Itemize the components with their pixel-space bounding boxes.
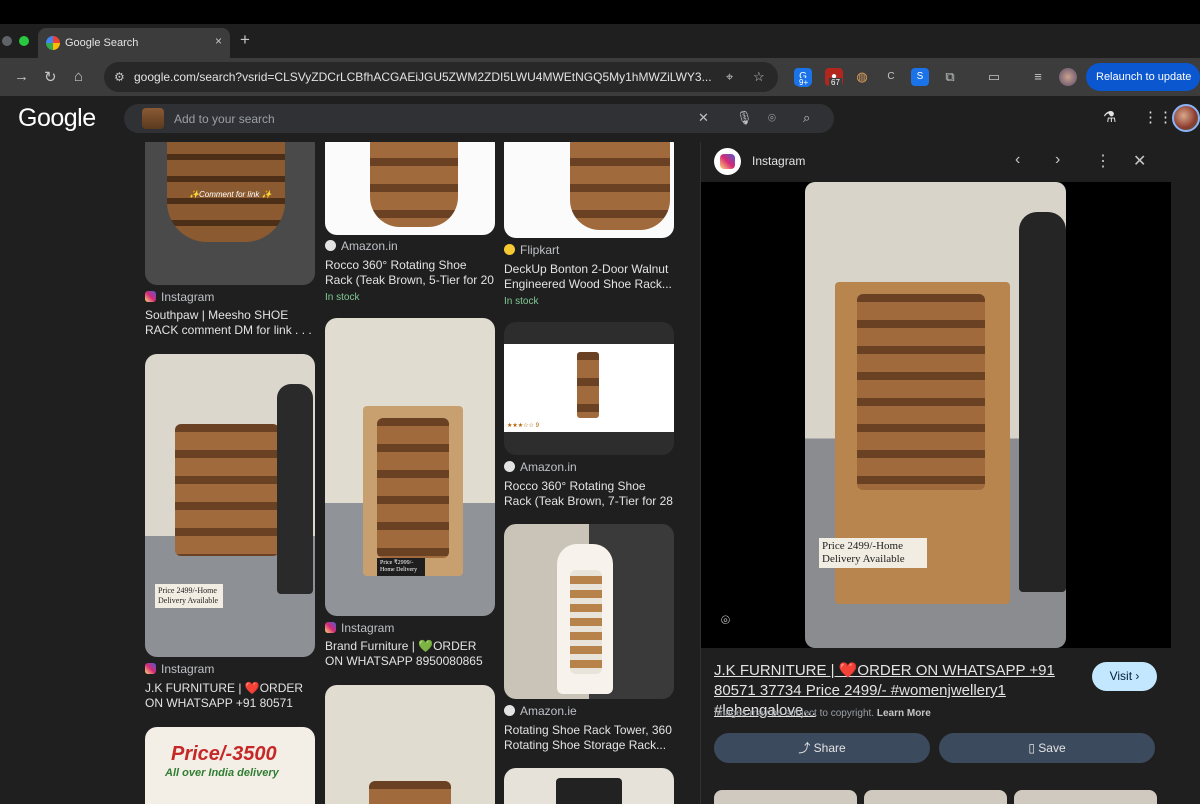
price-tag: Price ₹2999/- Home Delivery (377, 558, 425, 576)
labs-flask-icon[interactable]: ⚗ (1103, 108, 1116, 126)
media-controls-icon[interactable]: ≡ (1029, 68, 1047, 86)
instagram-icon (714, 148, 741, 175)
price-tag: Price 2499/-Home Delivery Available (819, 538, 927, 568)
price-overlay: Price/-3500 (171, 743, 277, 765)
panel-header: Instagram ‹ › ⋮ ✕ (701, 142, 1171, 182)
ext-todo-count: 67 (829, 78, 842, 87)
os-top-bar (0, 0, 1200, 24)
rating-stars: ★★★☆☆ 9 (507, 423, 539, 429)
tab-title: Google Search (65, 37, 139, 49)
result-image[interactable] (504, 768, 674, 804)
address-bar[interactable]: ⚙ google.com/search?vsrid=CLSVyZDCrLCBfh… (104, 62, 778, 92)
result-source: Flipkart (504, 243, 559, 257)
delivery-overlay: All over India delivery (165, 767, 279, 779)
related-image[interactable] (1014, 790, 1157, 804)
result-image[interactable]: ✨Comment for link ✨ (145, 142, 315, 285)
result-title[interactable]: J.K FURNITURE | ❤️ORDER ON WHATSAPP +91 … (145, 681, 315, 713)
location-icon[interactable]: ⌖ (726, 69, 733, 85)
search-box[interactable]: Add to your search ✕ 🎙 ⌾ ⌕ (124, 104, 834, 133)
cookie-extension-icon[interactable]: ◍ (853, 68, 871, 86)
window-zoom-dot[interactable] (19, 36, 29, 46)
ext-badge-count: 9+ (797, 78, 811, 87)
result-image[interactable]: Price 2499/-Home Delivery Available (145, 354, 315, 657)
lens-camera-icon[interactable]: ⌾ (768, 110, 776, 126)
tab-close-icon[interactable]: × (215, 34, 222, 48)
tab-strip: Google Search × + (0, 24, 1200, 58)
url-text: google.com/search?vsrid=CLSVyZDCrLCBfhAC… (134, 70, 712, 84)
save-button[interactable]: ▯ Save (939, 733, 1155, 763)
result-image[interactable]: ★★★☆☆ 9 (504, 322, 674, 455)
microphone-icon[interactable]: 🎙 (736, 110, 753, 126)
result-source: Amazon.in (504, 460, 577, 474)
stock-status: In stock (325, 292, 360, 303)
cast-icon[interactable]: ▭ (985, 68, 1003, 86)
related-image[interactable] (864, 790, 1007, 804)
google-logo[interactable]: Google (18, 104, 96, 133)
google-header: Google Add to your search ✕ 🎙 ⌾ ⌕ ⚗ ⋮⋮ (0, 96, 1200, 142)
extension-c-icon[interactable]: C (882, 68, 900, 86)
reload-icon[interactable]: ↻ (44, 68, 57, 86)
relaunch-button[interactable]: Relaunch to update (1086, 63, 1200, 91)
bookmark-star-icon[interactable]: ☆ (753, 69, 765, 85)
previous-icon[interactable]: ‹ (1015, 151, 1020, 169)
result-image[interactable] (504, 142, 674, 238)
result-image[interactable]: Price/-3500 All over India delivery (145, 727, 315, 804)
result-title[interactable]: Rocco 360° Rotating Shoe Rack (Teak Brow… (504, 479, 674, 511)
share-icon: ⤴ (798, 741, 814, 755)
google-favicon-icon (46, 36, 60, 50)
result-title[interactable]: Southpaw | Meesho SHOE RACK comment DM f… (145, 308, 315, 340)
price-tag: Price 2499/-Home Delivery Available (155, 584, 223, 608)
account-avatar[interactable] (1172, 104, 1200, 132)
clear-icon[interactable]: ✕ (698, 110, 709, 126)
bookmark-icon: ▯ (1028, 741, 1039, 755)
panel-source[interactable]: Instagram (752, 154, 805, 168)
close-panel-icon[interactable]: ✕ (1133, 151, 1146, 171)
window-close-dot[interactable] (2, 36, 12, 46)
learn-more-link[interactable]: Learn More (877, 708, 931, 719)
result-title[interactable]: Rocco 360° Rotating Shoe Rack (Teak Brow… (325, 258, 495, 290)
related-image[interactable] (714, 790, 857, 804)
result-title[interactable]: Brand Furniture | 💚ORDER ON WHATSAPP 895… (325, 639, 495, 671)
result-image[interactable] (325, 685, 495, 804)
more-options-icon[interactable]: ⋮ (1095, 151, 1111, 171)
search-icon[interactable]: ⌕ (803, 110, 810, 126)
visit-button[interactable]: Visit › (1092, 662, 1157, 691)
browser-toolbar: → ↻ ⌂ ⚙ google.com/search?vsrid=CLSVyZDC… (0, 58, 1200, 96)
stock-status: In stock (504, 296, 539, 307)
result-source: Amazon.ie (504, 704, 577, 718)
extension-s-icon[interactable]: S (911, 68, 929, 86)
copyright-notice: Images may be subject to copyright. Lear… (714, 708, 931, 719)
site-info-icon[interactable]: ⚙ (114, 70, 125, 84)
result-source: Instagram (145, 662, 214, 676)
result-source: Amazon.in (325, 239, 398, 253)
search-image-thumbnail[interactable] (142, 108, 164, 129)
new-tab-button[interactable]: + (240, 30, 250, 50)
apps-grid-icon[interactable]: ⋮⋮ (1143, 108, 1173, 126)
forward-icon[interactable]: → (14, 68, 29, 85)
profile-avatar-icon[interactable] (1059, 68, 1077, 86)
result-title[interactable]: Rotating Shoe Rack Tower, 360 Rotating S… (504, 723, 674, 755)
result-source: Instagram (145, 290, 214, 304)
result-image[interactable] (325, 142, 495, 235)
share-button[interactable]: ⤴ Share (714, 733, 930, 763)
result-source: Instagram (325, 621, 394, 635)
image-detail-panel: Instagram ‹ › ⋮ ✕ Price 2499/-Home Deliv… (700, 142, 1171, 804)
home-icon[interactable]: ⌂ (74, 68, 83, 85)
tab-google-search[interactable]: Google Search × (38, 28, 230, 58)
search-input[interactable]: Add to your search (174, 112, 275, 126)
lens-search-icon[interactable]: ⌾ (721, 612, 730, 629)
image-overlay-text: ✨Comment for link ✨ (189, 190, 272, 199)
result-title[interactable]: DeckUp Bonton 2-Door Walnut Engineered W… (504, 262, 674, 294)
next-icon[interactable]: › (1055, 151, 1060, 169)
image-results-grid: ✨Comment for link ✨ Instagram Southpaw |… (0, 142, 700, 804)
extensions-puzzle-icon[interactable]: ⧉ (941, 68, 959, 86)
result-image[interactable] (504, 524, 674, 699)
preview-image[interactable]: Price 2499/-Home Delivery Available (805, 182, 1066, 648)
result-image[interactable]: Price ₹2999/- Home Delivery (325, 318, 495, 616)
preview-image-area: Price 2499/-Home Delivery Available ⌾ (701, 182, 1171, 648)
